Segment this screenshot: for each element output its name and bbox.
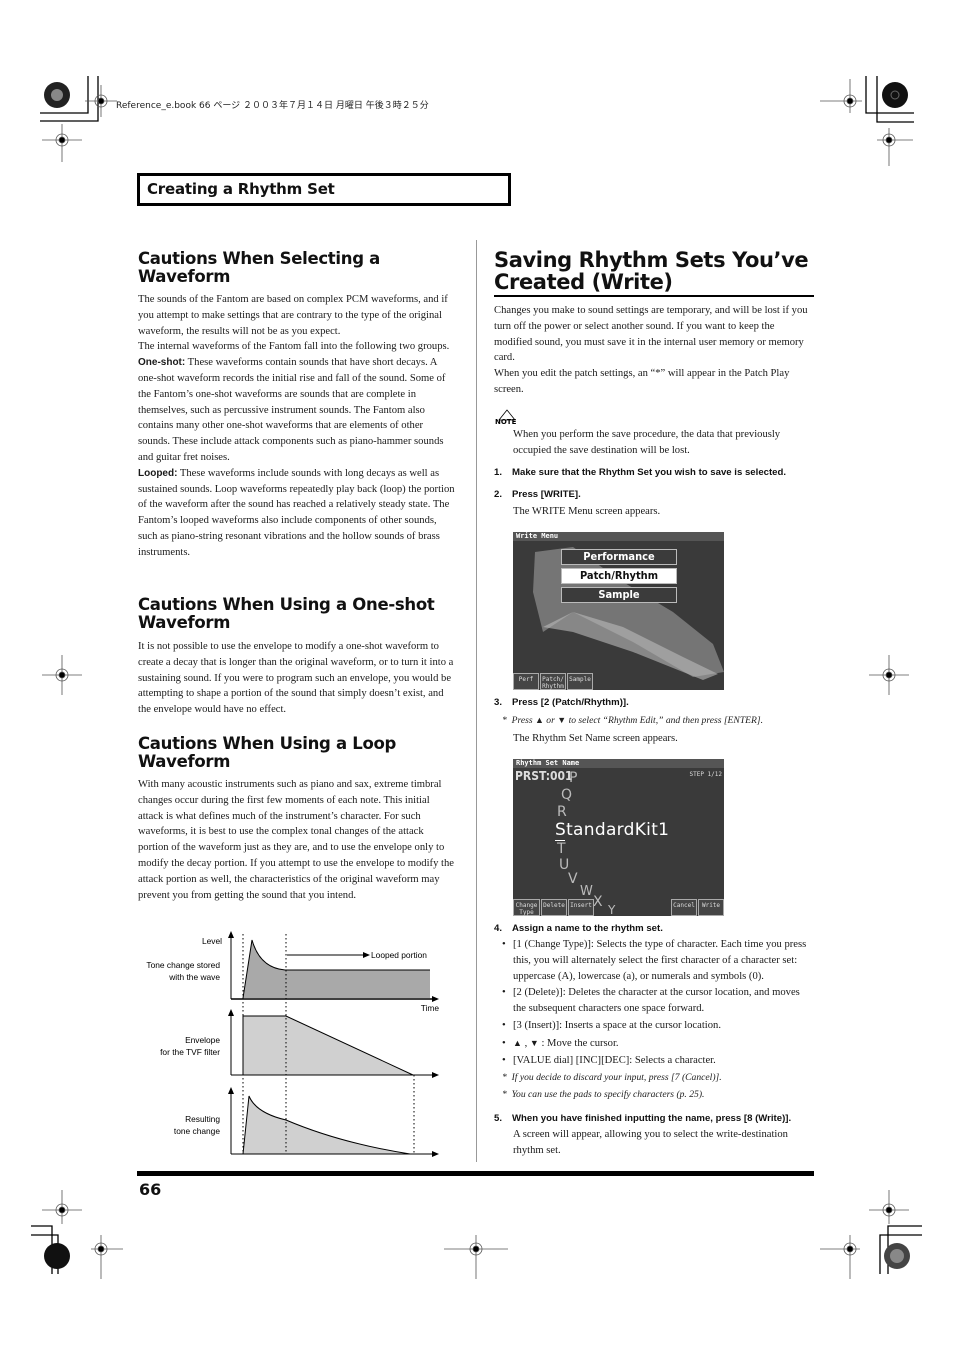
panel1-label-2: with the wave [168,972,220,982]
panel2-fill [242,1015,414,1076]
up-arrow-icon: ▲ [534,715,544,725]
column-divider [476,240,477,1162]
heading-selecting-waveform: Cautions When Selecting a Waveform [138,249,380,286]
wheel-char: Q [561,787,573,803]
wheel-char: Y [608,903,616,916]
aside-cancel: * If you decide to discard your input, p… [502,1072,722,1083]
wheel-char: W [580,884,593,899]
step-5: 5. When you have finished inputting the n… [494,1113,792,1124]
level-label: Level [202,936,222,946]
write-menu-screen: Write Menu Performance Patch/Rhythm Samp… [513,532,724,690]
panel2-label-1: Envelope [185,1035,220,1045]
panel2-label-2: for the TVF filter [160,1047,220,1057]
fkey-perf[interactable]: Perf [513,673,539,690]
note-icon: NOTE [495,409,517,426]
print-header: Reference_e.book 66 ページ ２００３年７月１４日 月曜日 午… [116,101,429,111]
wheel-char: R [557,804,567,820]
wheel-char: P [569,770,578,786]
footer-rule [137,1171,814,1176]
menu-performance[interactable]: Performance [561,549,677,565]
svg-text:NOTE: NOTE [495,418,517,426]
menu-patch-rhythm[interactable]: Patch/Rhythm [561,568,677,584]
bullet-change-type: • [1 (Change Type)]: Selects the type of … [502,939,807,982]
bullet-delete: • [2 (Delete)]: Deletes the character at … [502,987,800,1014]
step-2: 2. Press [WRITE]. [494,489,581,500]
step-4: 4. Assign a name to the rhythm set. [494,923,663,934]
panel1-fill [243,940,430,998]
bullet-insert: • [3 (Insert)]: Inserts a space at the cu… [502,1020,721,1031]
paragraph: The sounds of the Fantom are based on co… [138,294,455,558]
fkey-cancel[interactable]: Cancel [671,899,697,916]
page-number: 66 [139,1180,162,1199]
section-title: Creating a Rhythm Set [147,180,335,198]
paragraph: With many acoustic instruments such as p… [138,779,454,901]
fkey-patch-rhythm[interactable]: Patch/ Rhythm [540,673,566,690]
screen-title: Rhythm Set Name [513,759,724,768]
down-arrow-icon: ▼ [557,715,567,725]
registration-disc-icon [44,1243,70,1269]
waveform-diagram: Looped portion Level Time Tone change st… [146,931,440,1157]
up-arrow-icon: ▲ [513,1038,522,1048]
screen-title: Write Menu [513,532,724,541]
step-2-result: The WRITE Menu screen appears. [513,506,661,517]
step-1: 1. Make sure that the Rhythm Set you wish… [494,467,787,478]
panel3-fill [243,1096,410,1154]
panel3-label-1: Resulting [185,1114,220,1124]
fkey-insert[interactable]: Insert [568,899,594,916]
heading-rule [494,295,814,297]
intro-paragraph: Changes you make to sound settings are t… [494,305,808,395]
step-5-result: A screen will appear, allowing you to se… [513,1129,788,1156]
step-3: 3. Press [2 (Patch/Rhythm)]. [494,697,629,708]
panel1-label-1: Tone change stored [146,960,220,970]
looped-portion-label: Looped portion [371,950,427,960]
bullet-move-cursor: • ▲ , ▼ : Move the cursor. [502,1038,619,1049]
fkey-sample[interactable]: Sample [567,673,593,690]
rhythm-set-name[interactable]: StandardKit1 [555,820,669,840]
note-text: When you perform the save procedure, the… [513,429,781,456]
heading-loop: Cautions When Using a Loop Waveform [138,734,397,771]
wheel-char: X [593,894,603,910]
fkey-write[interactable]: Write [698,899,724,916]
aside-pads: * You can use the pads to specify charac… [502,1089,705,1100]
time-label: Time [421,1003,440,1013]
preset-number: PRST:001 [515,769,573,783]
wheel-char: V [568,871,578,887]
down-arrow-icon: ▼ [529,1038,539,1048]
panel3-label-2: tone change [174,1126,220,1136]
step-3-aside: * Press ▲ or ▼ to select “Rhythm Edit,” … [502,715,764,726]
bullet-value-dial: • [VALUE dial] [INC][DEC]: Selects a char… [502,1055,716,1066]
step-indicator: STEP 1/12 [689,771,722,778]
menu-sample[interactable]: Sample [561,587,677,603]
step-3-result: The Rhythm Set Name screen appears. [513,733,678,744]
heading-one-shot: Cautions When Using a One-shot Waveform [138,595,435,632]
main-heading: Saving Rhythm Sets You’ve Created (Write) [494,248,809,294]
section-title-box: Creating a Rhythm Set [137,173,511,206]
fkey-change-type[interactable]: Change Type [513,899,540,916]
fkey-delete[interactable]: Delete [541,899,567,916]
registration-disc-icon [882,82,908,108]
rhythm-set-name-screen: Rhythm Set Name PRST:001 STEP 1/12 P Q R… [513,759,724,916]
wheel-char: T [557,841,566,857]
paragraph: It is not possible to use the envelope t… [138,641,454,716]
